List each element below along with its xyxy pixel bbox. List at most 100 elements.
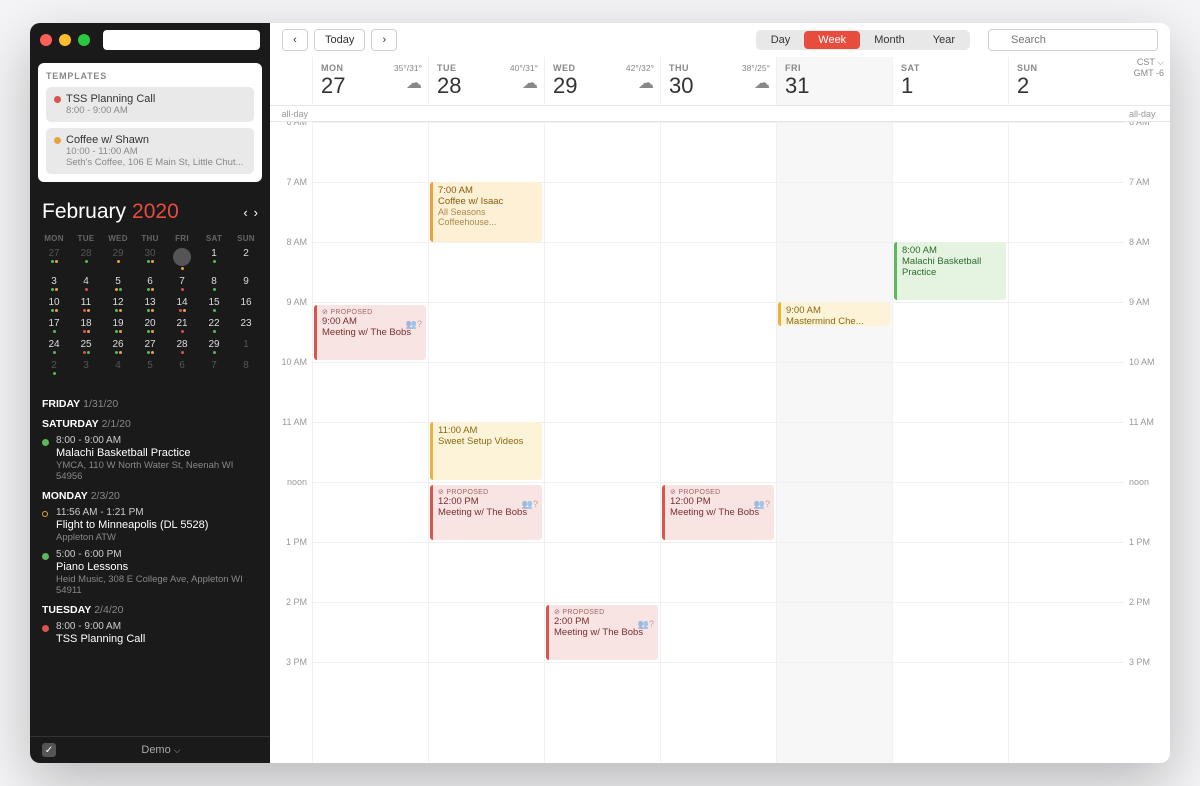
view-year-button[interactable]: Year [919,31,969,49]
day-headers: MON2735°/31°☁TUE2840°/31°☁WED2942°/32°☁T… [270,57,1170,106]
day-header[interactable]: SAT1 [892,57,1008,105]
month-next-button[interactable]: › [254,205,258,220]
footer-check-icon[interactable]: ✓ [42,743,56,757]
timezone-label[interactable]: CST ⌵ [1124,57,1164,68]
calendar-event[interactable]: ⊘ PROPOSED2:00 PMMeeting w/ The Bobs👥? [546,605,658,660]
template-location: Seth's Coffee, 106 E Main St, Little Chu… [66,157,246,168]
mini-date-cell[interactable]: 29 [102,245,134,273]
day-column[interactable] [1008,122,1124,763]
mini-date-cell[interactable]: 3 [70,357,102,378]
day-header[interactable]: TUE2840°/31°☁ [428,57,544,105]
day-header[interactable]: FRI31 [776,57,892,105]
mini-date-cell[interactable]: 28 [70,245,102,273]
prev-week-button[interactable]: ‹ [282,29,308,51]
weather-icon: 35°/31°☁ [394,63,422,93]
mini-date-cell[interactable]: 6 [134,273,166,294]
month-prev-button[interactable]: ‹ [243,205,247,220]
view-week-button[interactable]: Week [804,31,860,49]
mini-date-cell[interactable]: 31 [166,245,198,273]
calendar-event[interactable]: 8:00 AMMalachi Basketball Practice [894,242,1006,300]
calendar-event[interactable]: ⊘ PROPOSED12:00 PMMeeting w/ The Bobs👥? [662,485,774,540]
day-column[interactable]: 8:00 AMMalachi Basketball Practice [892,122,1008,763]
search-input[interactable] [988,29,1158,51]
mini-date-cell[interactable]: 1 [198,245,230,273]
time-label: 1 PM [270,537,312,597]
template-item[interactable]: TSS Planning Call8:00 - 9:00 AM [46,87,254,122]
mini-date-cell[interactable]: 5 [102,273,134,294]
agenda-list[interactable]: FRIDAY1/31/20SATURDAY2/1/208:00 - 9:00 A… [30,386,270,736]
day-column[interactable]: ⊘ PROPOSED9:00 AMMeeting w/ The Bobs👥? [312,122,428,763]
mini-date-cell[interactable]: 16 [230,294,262,315]
next-week-button[interactable]: › [371,29,397,51]
mini-date-cell[interactable]: 28 [166,336,198,357]
mini-date-cell[interactable]: 21 [166,315,198,336]
time-label: 1 PM [1124,537,1170,597]
mini-date-cell[interactable]: 17 [38,315,70,336]
mini-date-cell[interactable]: 13 [134,294,166,315]
day-header[interactable]: WED2942°/32°☁ [544,57,660,105]
mini-date-cell[interactable]: 8 [198,273,230,294]
view-day-button[interactable]: Day [757,31,805,49]
mini-date-cell[interactable]: 14 [166,294,198,315]
sidebar-footer: ✓ Demo ⌵ [30,736,270,763]
mini-date-cell[interactable]: 29 [198,336,230,357]
mini-date-cell[interactable]: 7 [166,273,198,294]
day-column[interactable]: 9:00 AMMastermind Che... [776,122,892,763]
agenda-event[interactable]: 5:00 - 6:00 PMPiano LessonsHeid Music, 3… [42,549,258,596]
day-header[interactable]: MON2735°/31°☁ [312,57,428,105]
minimize-icon[interactable] [59,34,71,46]
mini-date-cell[interactable]: 22 [198,315,230,336]
mini-date-cell[interactable]: 23 [230,315,262,336]
mini-date-cell[interactable]: 19 [102,315,134,336]
mini-date-cell[interactable]: 24 [38,336,70,357]
mini-date-cell[interactable]: 2 [230,245,262,273]
calendar-event[interactable]: ⊘ PROPOSED9:00 AMMeeting w/ The Bobs👥? [314,305,426,360]
calendar-event[interactable]: 9:00 AMMastermind Che... [778,302,890,326]
calendar-event[interactable]: 7:00 AMCoffee w/ IsaacAll Seasons Coffee… [430,182,542,242]
mini-date-cell[interactable]: 9 [230,273,262,294]
template-item[interactable]: Coffee w/ Shawn10:00 - 11:00 AMSeth's Co… [46,128,254,174]
mini-date-cell[interactable]: 27 [38,245,70,273]
agenda-event-time: 11:56 AM - 1:21 PM [56,507,258,518]
week-grid[interactable]: 6 AM7 AM8 AM9 AM10 AM11 AMnoon1 PM2 PM3 … [270,122,1170,763]
day-column[interactable]: 7:00 AMCoffee w/ IsaacAll Seasons Coffee… [428,122,544,763]
mini-date-cell[interactable]: 1 [230,336,262,357]
mini-calendar[interactable]: MONTUEWEDTHUFRISATSUN 272829303112345678… [30,228,270,386]
mini-date-cell[interactable]: 20 [134,315,166,336]
day-header[interactable]: SUN2 [1008,57,1124,105]
sidebar-search-input[interactable] [103,30,260,50]
day-header[interactable]: THU3038°/25°☁ [660,57,776,105]
calendar-event[interactable]: 11:00 AMSweet Setup Videos [430,422,542,480]
mini-date-cell[interactable]: 3 [38,273,70,294]
mini-date-cell[interactable]: 25 [70,336,102,357]
mini-date-cell[interactable]: 6 [166,357,198,378]
mini-date-cell[interactable]: 2 [38,357,70,378]
mini-date-cell[interactable]: 11 [70,294,102,315]
mini-date-cell[interactable]: 27 [134,336,166,357]
mini-date-cell[interactable]: 8 [230,357,262,378]
agenda-event[interactable]: 8:00 - 9:00 AMTSS Planning Call [42,621,258,645]
app-window: TEMPLATES TSS Planning Call8:00 - 9:00 A… [30,23,1170,763]
mini-date-cell[interactable]: 15 [198,294,230,315]
mini-date-cell[interactable]: 30 [134,245,166,273]
day-column[interactable]: ⊘ PROPOSED2:00 PMMeeting w/ The Bobs👥? [544,122,660,763]
mini-date-cell[interactable]: 18 [70,315,102,336]
calendar-event[interactable]: ⊘ PROPOSED12:00 PMMeeting w/ The Bobs👥? [430,485,542,540]
mini-date-cell[interactable]: 7 [198,357,230,378]
agenda-event[interactable]: 11:56 AM - 1:21 PMFlight to Minneapolis … [42,507,258,543]
mini-date-cell[interactable]: 10 [38,294,70,315]
close-icon[interactable] [40,34,52,46]
day-column[interactable]: ⊘ PROPOSED12:00 PMMeeting w/ The Bobs👥? [660,122,776,763]
mini-date-cell[interactable]: 26 [102,336,134,357]
time-label: 7 AM [1124,177,1170,237]
agenda-event-time: 5:00 - 6:00 PM [56,549,258,560]
mini-date-cell[interactable]: 4 [102,357,134,378]
maximize-icon[interactable] [78,34,90,46]
calendar-set-selector[interactable]: Demo ⌵ [64,744,258,756]
today-button[interactable]: Today [314,29,365,51]
mini-date-cell[interactable]: 12 [102,294,134,315]
mini-date-cell[interactable]: 4 [70,273,102,294]
agenda-event[interactable]: 8:00 - 9:00 AMMalachi Basketball Practic… [42,435,258,482]
view-month-button[interactable]: Month [860,31,919,49]
mini-date-cell[interactable]: 5 [134,357,166,378]
